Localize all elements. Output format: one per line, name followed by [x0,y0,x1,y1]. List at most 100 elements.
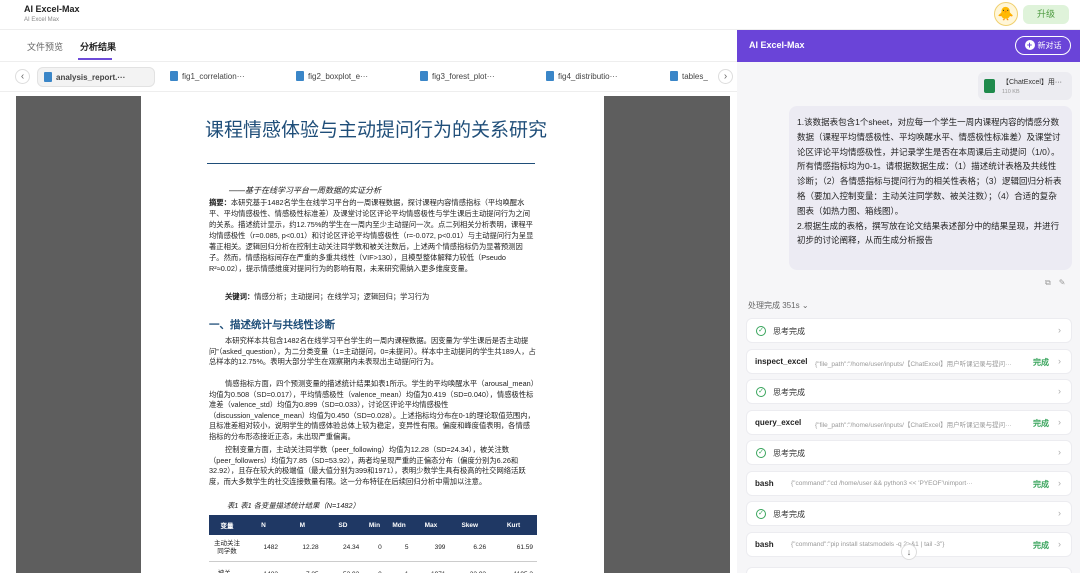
chat-panel: AI Excel-Max + 新对话 【ChatExcel】用··· 110 KB… [737,30,1080,573]
table-cell: 0 [363,535,386,562]
file-tab-bar: ‹ analysis_report.··· fig1_correlation··… [0,62,737,92]
chevron-down-icon: ⌄ [801,301,809,310]
table-row: 主动关注同学数 1482 12.28 24.34 0 5 399 6.26 61… [209,535,537,562]
table-cell: 12.28 [282,535,323,562]
table-header-row: 变量 N M SD Min Mdn Max Skew Kurt [209,515,537,535]
table-header-cell: 变量 [209,515,245,535]
copy-icon[interactable]: ⧉ [1045,278,1059,287]
file-tab-tables[interactable]: tables_ [670,67,714,87]
upgrade-button[interactable]: 升级 [1023,5,1069,24]
table-cell: 主动关注同学数 [209,535,245,562]
process-status[interactable]: 处理完成 351s ⌄ [748,300,809,311]
scroll-down-button[interactable]: ↓ [901,544,917,560]
table-header-cell: SD [322,515,364,535]
table-cell: 399 [412,535,450,562]
paragraph-2: 情感指标方面，四个预测变量的描述统计结果如表1所示。学生的平均唤醒水平（arou… [209,379,535,441]
descriptive-stats-table: 变量 N M SD Min Mdn Max Skew Kurt 主动关注同学数 … [209,515,537,573]
message-actions: ⧉✎ [1045,278,1073,288]
next-file-button[interactable]: › [718,69,733,84]
step-tool-inspect-excel[interactable]: inspect_excel {"file_path":"/home/user/in… [746,349,1072,374]
paragraph-3: 控制变量方面，主动关注同学数（peer_following）均值为12.28（S… [209,445,526,486]
file-tab-fig4[interactable]: fig4_distributio··· [546,67,656,87]
table-cell: 被关... [209,561,245,573]
image-file-icon [296,71,304,81]
step-tool-bash-1[interactable]: bash {"command":"cd /home/user && python3… [746,471,1072,496]
table-cell: 5 [385,535,413,562]
top-bar: AI Excel-Max AI Excel Max 🐥 升级 [0,0,1080,30]
table-cell: 6.26 [449,535,491,562]
check-circle-icon: ✓ [756,448,766,458]
table-cell: 7.85 [282,561,323,573]
chevron-right-icon: › [1058,356,1061,366]
document-viewer[interactable]: 课程情感体验与主动提问行为的关系研究 ——基于在线学习平台一周数据的实证分析 摘… [16,96,730,573]
file-tab-analysis-report[interactable]: analysis_report.··· [37,67,155,87]
chevron-right-icon: › [1058,508,1061,518]
user-message: 1.该数据表包含1个sheet，对应每一个学生一周内课程内容的情感分数数据（课程… [789,106,1072,270]
file-tab-fig2[interactable]: fig2_boxplot_e··· [296,67,401,87]
table-header-cell: Skew [449,515,491,535]
table-cell: 1195.3 [490,561,537,573]
message-paragraph: 2.根据生成的表格，撰写放在论文结果表述部分中的结果呈现，并进行初步的讨论阐释，… [797,220,1060,246]
document-page: 课程情感体验与主动提问行为的关系研究 ——基于在线学习平台一周数据的实证分析 摘… [141,96,604,573]
attached-file-size: 110 KB [1002,89,1020,95]
abstract: 摘要：本研究基于1482名学生在线学习平台的一周课程数据，探讨课程内容情感指标（… [209,198,534,273]
document-title: 课程情感体验与主动提问行为的关系研究 [204,120,547,141]
table-header-cell: Mdn [385,515,413,535]
tab-file-preview[interactable]: 文件预览 [27,40,63,53]
left-tab-bar: 文件预览 分析结果 [0,30,737,62]
image-file-icon [670,71,678,81]
file-tab-fig3[interactable]: fig3_forest_plot··· [420,67,530,87]
table-header-cell: Min [363,515,386,535]
table-cell: 1 [385,561,413,573]
table-cell: 0 [363,561,386,573]
chevron-right-icon: › [1058,386,1061,396]
file-tab-fig1[interactable]: fig1_correlation··· [170,67,278,87]
image-file-icon [170,71,178,81]
table-header-cell: Max [412,515,450,535]
tab-analysis-results[interactable]: 分析结果 [80,40,116,53]
user-avatar[interactable]: 🐥 [994,2,1018,26]
table-caption: 表1 表1 各变量描述统计结果（N=1482） [227,501,360,510]
table-cell: 32.92 [449,561,491,573]
new-chat-button[interactable]: + 新对话 [1015,36,1071,55]
step-think-1[interactable]: ✓ 思考完成 › [746,318,1072,343]
attached-file-name: 【ChatExcel】用··· [1002,79,1062,86]
prev-file-button[interactable]: ‹ [15,69,30,84]
active-tab-indicator [78,58,112,60]
table-cell: 1482 [245,561,282,573]
check-circle-icon: ✓ [756,509,766,519]
next-step-partial [746,567,1072,573]
step-think-2[interactable]: ✓ 思考完成 › [746,379,1072,404]
chevron-right-icon: › [1058,325,1061,335]
table-cell: 61.59 [490,535,537,562]
chat-title: AI Excel-Max [749,40,805,50]
check-circle-icon: ✓ [756,387,766,397]
chevron-right-icon: › [1058,447,1061,457]
app-subtitle: AI Excel Max [24,17,60,23]
paragraph-1: 本研究样本共包含1482名在线学习平台学生的一周内课程数据。因变量为“学生课后是… [209,336,536,367]
step-tool-query-excel[interactable]: query_excel {"file_path":"/home/user/inpu… [746,410,1072,435]
table-header-cell: M [282,515,323,535]
excel-file-icon [984,79,995,93]
message-paragraph: 1.该数据表包含1个sheet，对应每一个学生一周内课程内容的情感分数数据（课程… [797,117,1062,216]
step-think-3[interactable]: ✓ 思考完成 › [746,440,1072,465]
table-row: 被关... 1482 7.85 53.92 0 1 1971 32.92 119… [209,561,537,573]
step-think-4[interactable]: ✓ 思考完成 › [746,501,1072,526]
title-divider [207,163,535,164]
table-cell: 24.34 [322,535,364,562]
plus-icon: + [1024,40,1035,50]
app-title: AI Excel-Max [24,4,80,14]
table-cell: 1971 [412,561,450,573]
chevron-right-icon: › [1058,478,1061,488]
chat-header: AI Excel-Max + 新对话 [737,30,1080,62]
table-cell: 53.92 [322,561,364,573]
section-heading: 一、描述统计与共线性诊断 [209,319,335,331]
chevron-right-icon: › [1058,417,1061,427]
image-file-icon [420,71,428,81]
document-subtitle: ——基于在线学习平台一周数据的实证分析 [229,186,381,195]
image-file-icon [546,71,554,81]
edit-icon[interactable]: ✎ [1059,278,1074,287]
keywords: 关键词：情感分析；主动提问；在线学习；逻辑回归；学习行为 [225,292,430,301]
chevron-right-icon: › [1058,539,1061,549]
attached-file-card[interactable]: 【ChatExcel】用··· 110 KB [978,72,1072,100]
